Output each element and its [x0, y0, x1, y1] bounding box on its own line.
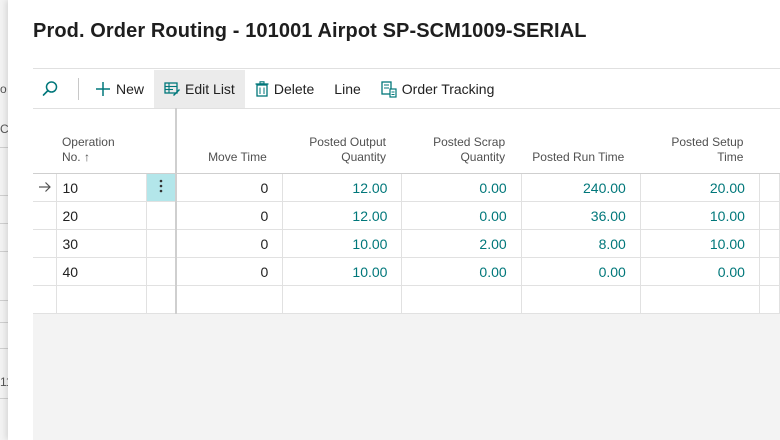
action-separator: [78, 78, 79, 100]
cell-posted-setup-time[interactable]: [640, 285, 760, 314]
row-actions-button[interactable]: [146, 173, 177, 202]
background-fragment: Cr: [0, 122, 8, 136]
order-tracking-label: Order Tracking: [401, 81, 495, 97]
table-row[interactable]: 10 0 12.00 0.00 240.00 20.00: [33, 173, 780, 202]
row-selector[interactable]: [33, 257, 58, 286]
header-posted-run-time[interactable]: Posted Run Time: [521, 108, 641, 174]
search-icon: [42, 81, 58, 96]
cell-overflow: [759, 173, 780, 202]
trash-icon: [255, 81, 269, 97]
table-row[interactable]: 30 0 10.00 2.00 8.00 10.00: [33, 229, 780, 258]
cell-posted-output-quantity[interactable]: [282, 285, 403, 314]
cell-posted-setup-time[interactable]: 10.00: [640, 229, 760, 258]
row-selector[interactable]: [33, 201, 58, 230]
cell-posted-scrap-quantity[interactable]: 2.00: [401, 229, 522, 258]
cell-overflow: [759, 257, 780, 286]
header-posted-scrap-line1: Posted Scrap: [433, 135, 506, 149]
header-operation-no-line1: Operation: [61, 135, 115, 149]
cell-posted-scrap-quantity[interactable]: 0.00: [401, 201, 522, 230]
cell-move-time[interactable]: [175, 285, 284, 314]
row-selector[interactable]: [33, 285, 58, 314]
header-move-time[interactable]: Move Time: [175, 108, 283, 174]
more-vertical-icon: [159, 179, 163, 193]
delete-button[interactable]: Delete: [245, 70, 324, 108]
table-row-new[interactable]: [33, 285, 780, 314]
cell-posted-setup-time[interactable]: 10.00: [640, 201, 760, 230]
plus-icon: [96, 82, 110, 96]
cell-posted-output-quantity[interactable]: 12.00: [282, 201, 403, 230]
header-selector: [33, 108, 57, 174]
delete-label: Delete: [273, 81, 315, 97]
line-label: Line: [334, 81, 361, 97]
row-selector[interactable]: [33, 173, 58, 202]
cell-overflow: [759, 229, 780, 258]
cell-operation-no[interactable]: 30: [56, 229, 148, 258]
header-move-time-label: Move Time: [208, 150, 267, 164]
header-posted-output-line2: Quantity: [341, 150, 386, 164]
background-page-strip: o Cr 11: [0, 0, 8, 440]
row-actions-button[interactable]: [146, 201, 177, 230]
cell-move-time[interactable]: 0: [175, 257, 284, 286]
action-bar: New Edit List Delete Line Order Tracking: [33, 68, 780, 109]
background-fragment: o: [0, 82, 7, 96]
background-fragment: 11: [0, 375, 8, 389]
cell-operation-no[interactable]: 10: [56, 173, 148, 202]
routing-dialog: Prod. Order Routing - 101001 Airpot SP-S…: [8, 0, 780, 440]
cell-posted-setup-time[interactable]: 0.00: [640, 257, 760, 286]
header-posted-scrap-quantity[interactable]: Posted Scrap Quantity: [401, 108, 522, 174]
cell-move-time[interactable]: 0: [175, 229, 284, 258]
table-row[interactable]: 20 0 12.00 0.00 36.00 10.00: [33, 201, 780, 230]
header-operation-no[interactable]: Operation No. ↑: [56, 108, 147, 174]
header-posted-setup-line2: Time: [717, 150, 744, 164]
order-tracking-icon: [381, 80, 397, 98]
cell-posted-scrap-quantity[interactable]: 0.00: [401, 257, 522, 286]
cell-posted-run-time[interactable]: 0.00: [521, 257, 641, 286]
edit-list-button[interactable]: Edit List: [154, 70, 245, 108]
header-posted-run-time-label: Posted Run Time: [532, 150, 625, 164]
cell-posted-run-time[interactable]: 8.00: [521, 229, 641, 258]
header-operation-no-line2: No. ↑: [61, 150, 90, 164]
cell-operation-no[interactable]: 40: [56, 257, 148, 286]
row-actions-button[interactable]: [146, 257, 177, 286]
header-posted-setup-line1: Posted Setup: [671, 135, 744, 149]
cell-operation-no[interactable]: [56, 285, 148, 314]
row-selector[interactable]: [33, 229, 58, 258]
routing-grid: Operation No. ↑ Move Time Posted Output …: [33, 108, 780, 440]
arrow-right-icon: [38, 181, 51, 192]
cell-posted-run-time[interactable]: 36.00: [521, 201, 641, 230]
cell-move-time[interactable]: 0: [175, 201, 284, 230]
cell-posted-output-quantity[interactable]: 10.00: [282, 257, 403, 286]
line-menu-button[interactable]: Line: [324, 70, 370, 108]
row-actions-button[interactable]: [146, 229, 177, 258]
table-row[interactable]: 40 0 10.00 0.00 0.00 0.00: [33, 257, 780, 286]
cell-posted-run-time[interactable]: 240.00: [521, 173, 641, 202]
routing-table: Operation No. ↑ Move Time Posted Output …: [33, 108, 780, 314]
edit-list-label: Edit List: [185, 81, 235, 97]
cell-posted-setup-time[interactable]: 20.00: [640, 173, 760, 202]
header-posted-scrap-line2: Quantity: [460, 150, 506, 164]
search-button[interactable]: [33, 70, 72, 108]
cell-posted-run-time[interactable]: [521, 285, 641, 314]
new-button[interactable]: New: [85, 70, 154, 108]
edit-list-icon: [164, 82, 181, 96]
header-posted-setup-time[interactable]: Posted Setup Time: [640, 108, 760, 174]
cell-operation-no[interactable]: 20: [56, 201, 148, 230]
cell-posted-output-quantity[interactable]: 12.00: [282, 173, 403, 202]
cell-move-time[interactable]: 0: [175, 173, 284, 202]
order-tracking-button[interactable]: Order Tracking: [371, 70, 505, 108]
table-header-row: Operation No. ↑ Move Time Posted Output …: [33, 108, 780, 174]
header-posted-output-line1: Posted Output: [309, 135, 386, 149]
header-posted-output-quantity[interactable]: Posted Output Quantity: [282, 108, 402, 174]
page-title: Prod. Order Routing - 101001 Airpot SP-S…: [33, 20, 587, 42]
cell-overflow: [759, 285, 780, 314]
cell-posted-output-quantity[interactable]: 10.00: [282, 229, 403, 258]
cell-posted-scrap-quantity[interactable]: [401, 285, 522, 314]
row-actions-button[interactable]: [146, 285, 177, 314]
new-label: New: [116, 81, 145, 97]
cell-overflow: [759, 201, 780, 230]
cell-posted-scrap-quantity[interactable]: 0.00: [401, 173, 522, 202]
header-overflow: [759, 108, 780, 174]
header-actions: [146, 108, 177, 174]
